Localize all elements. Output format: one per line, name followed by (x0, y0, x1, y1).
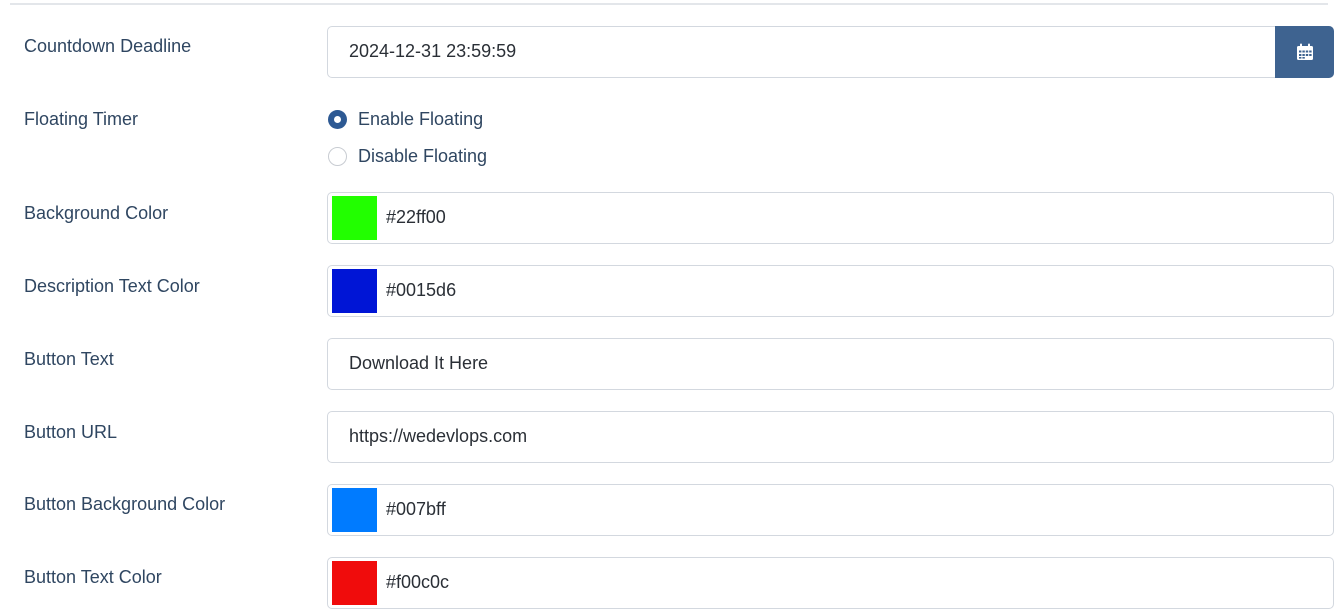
button-text-label: Button Text (24, 349, 114, 369)
countdown-deadline-label: Countdown Deadline (24, 36, 192, 56)
button-url-input[interactable]: https://wedevlops.com (327, 411, 1334, 463)
calendar-button[interactable] (1275, 26, 1334, 78)
disable-floating-radio[interactable] (328, 147, 347, 166)
button-text-input[interactable]: Download It Here (327, 338, 1334, 390)
section-divider (10, 3, 1328, 5)
background-color-label: Background Color (24, 203, 169, 223)
countdown-deadline-value: 2024-12-31 23:59:59 (349, 41, 517, 61)
button-text-color-label: Button Text Color (24, 567, 162, 587)
background-color-swatch[interactable] (332, 196, 377, 240)
calendar-icon (1297, 43, 1313, 60)
description-text-color-field[interactable]: #0015d6 (327, 265, 1334, 317)
background-color-value: #22ff00 (386, 207, 446, 227)
button-url-label: Button URL (24, 422, 118, 442)
description-text-color-label: Description Text Color (24, 276, 200, 296)
countdown-deadline-field[interactable]: 2024-12-31 23:59:59 (327, 26, 1334, 78)
button-background-color-field[interactable]: #007bff (327, 484, 1334, 536)
enable-floating-radio[interactable] (328, 110, 347, 129)
disable-floating-label: Disable Floating (358, 146, 488, 166)
button-background-color-swatch[interactable] (332, 488, 377, 532)
background-color-field[interactable]: #22ff00 (327, 192, 1334, 244)
button-text-color-value: #f00c0c (386, 572, 450, 592)
button-background-color-value: #007bff (386, 499, 446, 519)
button-text-value: Download It Here (349, 353, 489, 373)
button-text-color-field[interactable]: #f00c0c (327, 557, 1334, 609)
description-text-color-value: #0015d6 (386, 280, 457, 300)
button-text-color-swatch[interactable] (332, 561, 377, 605)
button-background-color-label: Button Background Color (24, 494, 226, 514)
enable-floating-label: Enable Floating (358, 109, 484, 129)
description-text-color-swatch[interactable] (332, 269, 377, 313)
button-url-value: https://wedevlops.com (349, 426, 528, 446)
floating-timer-label: Floating Timer (24, 109, 139, 129)
